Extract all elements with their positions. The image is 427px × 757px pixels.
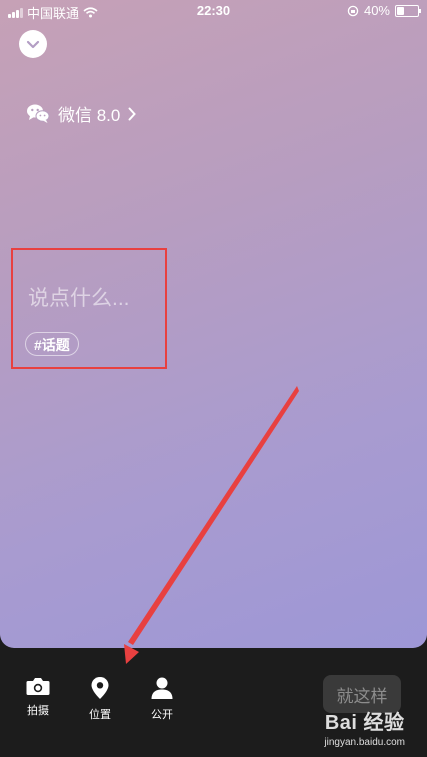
source-label: 微信 8.0	[58, 106, 121, 125]
status-bar: 中国联通 22:30 40%	[0, 0, 427, 22]
toolbar-item-camera[interactable]: 拍摄	[18, 676, 58, 718]
battery-icon	[395, 4, 421, 17]
wechat-icon	[27, 104, 50, 123]
toolbar-label-location: 位置	[89, 709, 111, 721]
camera-icon	[26, 678, 50, 695]
toolbar-item-location[interactable]: 位置	[80, 676, 120, 722]
status-right: 40%	[347, 3, 421, 18]
person-icon	[151, 677, 173, 699]
battery-percent: 40%	[363, 3, 390, 18]
baidu-jingyan-watermark: Bai 经验 jingyan.baidu.com	[324, 706, 405, 748]
toolbar-item-visibility[interactable]: 公开	[142, 676, 182, 722]
collapse-button[interactable]	[19, 30, 47, 58]
toolbar-label-visibility: 公开	[151, 709, 173, 721]
compose-screen: 中国联通 22:30 40% 微信 8.0 说点什么... #话题	[0, 0, 427, 648]
chevron-right-icon	[128, 107, 137, 120]
battery-level	[397, 6, 405, 15]
topic-tag-button[interactable]: #话题	[25, 332, 79, 356]
chevron-down-icon	[26, 40, 40, 48]
toolbar-label-camera: 拍摄	[27, 705, 49, 717]
orientation-lock-icon	[347, 5, 359, 16]
location-pin-icon	[91, 677, 109, 699]
source-link[interactable]: 微信 8.0	[26, 101, 137, 126]
watermark-url: jingyan.baidu.com	[324, 737, 405, 748]
text-input-placeholder[interactable]: 说点什么...	[28, 282, 130, 312]
watermark-logo: Bai 经验	[324, 712, 405, 734]
